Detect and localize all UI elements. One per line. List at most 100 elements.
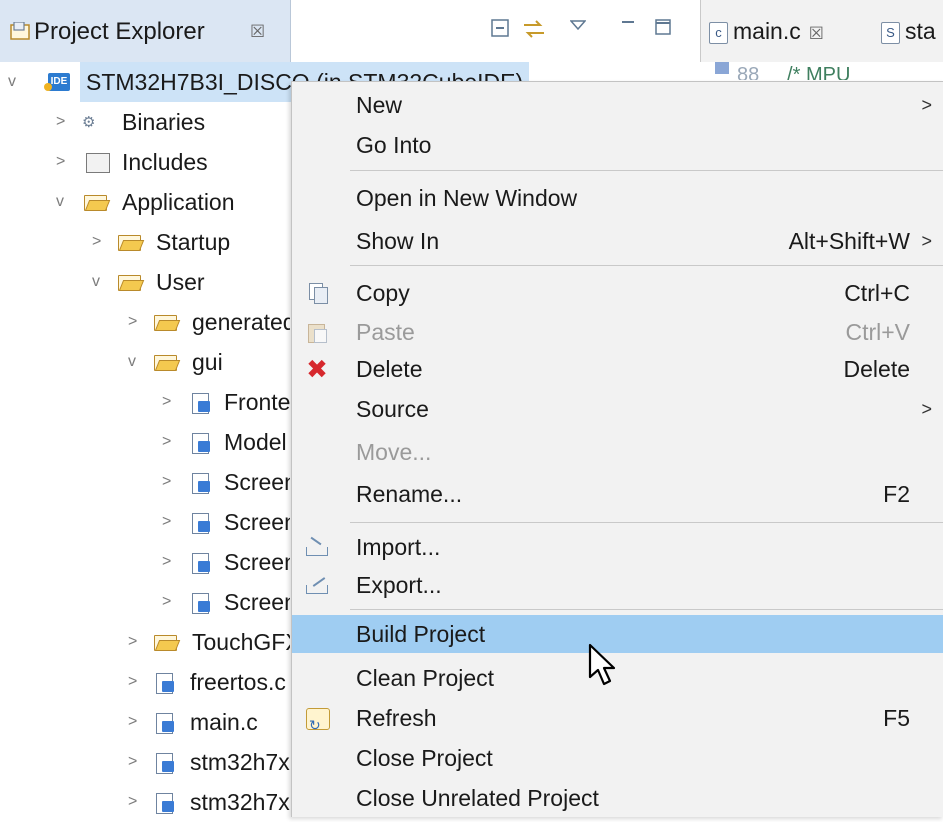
tree-item-main-c[interactable]: > main.c xyxy=(0,702,290,742)
collapse-all-icon[interactable] xyxy=(490,18,510,43)
menu-item-copy[interactable]: Copy Ctrl+C xyxy=(292,274,943,312)
project-explorer-tab[interactable]: Project Explorer ☒ xyxy=(0,0,291,62)
tab-startup-s[interactable]: Ssta xyxy=(881,18,936,45)
chevron-right-icon[interactable]: > xyxy=(128,782,144,822)
menu-item-label: Source xyxy=(356,396,429,422)
menu-item-go-into[interactable]: Go Into xyxy=(292,126,943,164)
tree-item-application[interactable]: v Application xyxy=(0,182,300,222)
chevron-right-icon[interactable]: > xyxy=(128,662,144,702)
tree-item-label: Includes xyxy=(122,149,208,175)
chevron-right-icon[interactable]: > xyxy=(128,302,144,342)
tree-item-includes[interactable]: > Includes xyxy=(0,142,300,182)
linked-file-icon xyxy=(156,713,178,734)
chevron-right-icon[interactable]: > xyxy=(162,582,178,622)
tab-main-c[interactable]: c main.c ☒ xyxy=(709,18,824,45)
menu-item-paste[interactable]: Paste Ctrl+V xyxy=(292,313,943,351)
chevron-down-icon[interactable]: v xyxy=(92,262,108,302)
chevron-right-icon[interactable]: > xyxy=(128,742,144,782)
chevron-down-icon[interactable]: v xyxy=(128,342,144,382)
menu-item-delete[interactable]: ✖ Delete Delete xyxy=(292,350,943,388)
close-icon[interactable]: ☒ xyxy=(809,24,824,43)
tree-item-screen[interactable]: > Screen xyxy=(0,582,290,622)
chevron-right-icon[interactable]: > xyxy=(162,422,178,462)
chevron-right-icon[interactable]: > xyxy=(56,142,72,182)
menu-item-label: Rename... xyxy=(356,481,463,507)
chevron-down-icon[interactable]: v xyxy=(8,62,24,102)
linked-file-icon xyxy=(156,753,178,774)
tree-item-label: main.c xyxy=(190,709,258,735)
menu-separator xyxy=(350,522,943,523)
editor-comment: /* MPU xyxy=(787,64,851,80)
menu-item-label: Copy xyxy=(356,280,410,306)
view-menu-icon[interactable] xyxy=(569,18,587,36)
tree-item-stm32h7[interactable]: > stm32h7xx xyxy=(0,782,290,822)
menu-item-new[interactable]: New > xyxy=(292,86,943,124)
menu-item-accelerator: Delete xyxy=(843,356,910,382)
chevron-right-icon[interactable]: > xyxy=(162,382,178,422)
chevron-right-icon[interactable]: > xyxy=(162,462,178,502)
menu-item-label: Build Project xyxy=(356,621,486,647)
tree-item-gui[interactable]: v gui xyxy=(0,342,290,382)
tree-item-touchgfx[interactable]: > TouchGFX xyxy=(0,622,290,662)
tree-item-label: Screen xyxy=(224,509,290,535)
linked-file-icon xyxy=(192,593,214,614)
tree-item-label: freertos.c xyxy=(190,669,286,695)
maximize-icon[interactable] xyxy=(654,18,672,41)
menu-item-accelerator: F2 xyxy=(883,481,910,507)
link-with-editor-icon[interactable] xyxy=(522,18,546,45)
tree-item-stm32h7[interactable]: > stm32h7xx xyxy=(0,742,290,782)
menu-item-source[interactable]: Source > xyxy=(292,390,943,428)
minimize-icon[interactable] xyxy=(620,18,636,37)
menu-separator xyxy=(350,170,943,171)
menu-item-label: Clean Project xyxy=(356,665,495,691)
tree-item-binaries[interactable]: > ⚙ Binaries xyxy=(0,102,300,142)
c-file-icon: c xyxy=(709,21,728,44)
tree-item-screen[interactable]: > Screen xyxy=(0,542,290,582)
folder-icon xyxy=(118,273,141,291)
tree-item-model[interactable]: > Model xyxy=(0,422,290,462)
linked-file-icon xyxy=(156,793,178,814)
chevron-right-icon[interactable]: > xyxy=(128,702,144,742)
binaries-icon: ⚙ xyxy=(82,114,96,131)
menu-item-import[interactable]: Import... xyxy=(292,528,943,566)
tree-item-user[interactable]: v User xyxy=(0,262,300,302)
tree-item-screen[interactable]: > Screen xyxy=(0,502,290,542)
tree-item-screen[interactable]: > Screen xyxy=(0,462,290,502)
menu-item-close-unrelated-project[interactable]: Close Unrelated Project xyxy=(292,779,943,817)
menu-item-label: Export... xyxy=(356,572,442,598)
chevron-right-icon[interactable]: > xyxy=(162,542,178,582)
includes-icon xyxy=(86,153,110,173)
tree-item-startup[interactable]: > Startup xyxy=(0,222,300,262)
menu-item-show-in[interactable]: Show In Alt+Shift+W > xyxy=(292,222,943,260)
tree-item-generated[interactable]: > generated xyxy=(0,302,290,342)
menu-separator xyxy=(350,265,943,266)
menu-item-label: Go Into xyxy=(356,132,432,158)
chevron-right-icon[interactable]: > xyxy=(128,622,144,662)
submenu-arrow-icon: > xyxy=(921,399,932,419)
tree-item-frontend[interactable]: > FrontendApplication xyxy=(0,382,290,422)
mouse-pointer-icon xyxy=(588,643,618,689)
chevron-right-icon[interactable]: > xyxy=(56,102,72,142)
chevron-down-icon[interactable]: v xyxy=(56,182,72,222)
folder-icon xyxy=(154,313,177,331)
tab-label: sta xyxy=(905,18,936,44)
linked-file-icon xyxy=(192,473,214,494)
menu-item-open-in-new-window[interactable]: Open in New Window xyxy=(292,179,943,217)
menu-item-refresh[interactable]: Refresh F5 xyxy=(292,699,943,744)
menu-item-label: Refresh xyxy=(356,705,437,731)
delete-icon: ✖ xyxy=(306,354,328,384)
close-icon[interactable]: ☒ xyxy=(250,22,265,42)
menu-item-label: Close Project xyxy=(356,745,493,771)
menu-item-label: Delete xyxy=(356,356,423,382)
menu-item-close-project[interactable]: Close Project xyxy=(292,739,943,777)
chevron-right-icon[interactable]: > xyxy=(92,222,108,262)
tree-item-freertos[interactable]: > freertos.c xyxy=(0,662,290,702)
chevron-right-icon[interactable]: > xyxy=(162,502,178,542)
menu-item-rename[interactable]: Rename... F2 xyxy=(292,475,943,513)
menu-item-export[interactable]: Export... xyxy=(292,566,943,604)
tree-item-label: Screen xyxy=(224,469,290,495)
tree-item-label: Application xyxy=(122,189,235,215)
menu-item-move[interactable]: Move... xyxy=(292,433,943,471)
menu-item-label: Paste xyxy=(356,319,415,345)
menu-item-accelerator: Ctrl+V xyxy=(845,319,910,345)
